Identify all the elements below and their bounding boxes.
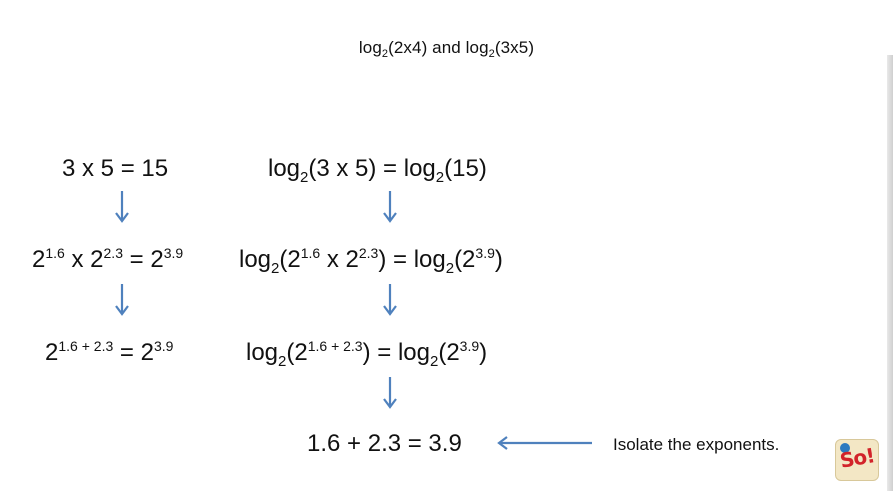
right-row-2: log2(21.6 x 22.3) = log2(23.9): [239, 245, 503, 277]
isolate-note: Isolate the exponents.: [613, 435, 780, 454]
down-arrow-left-2: [115, 284, 129, 316]
right-row-1: log2(3 x 5) = log2(15): [268, 155, 487, 186]
slide-title: log2(2x4) and log2(3x5): [358, 38, 535, 60]
down-arrow-right-3: [383, 377, 397, 409]
so-logo-icon: So!: [835, 439, 879, 481]
left-row-1: 3 x 5 = 15: [62, 155, 169, 182]
right-row-3: log2(21.6 + 2.3) = log2(23.9): [246, 338, 488, 370]
left-row-3: 21.6 + 2.3 = 23.9: [45, 338, 174, 366]
slide: log2(2x4) and log2(3x5) 3 x 5 = 15 21.6 …: [0, 0, 893, 491]
result-equation: 1.6 + 2.3 = 3.9: [307, 430, 462, 457]
slide-edge: [887, 55, 893, 491]
left-arrow: [497, 436, 592, 450]
down-arrow-right-1: [383, 191, 397, 223]
down-arrow-right-2: [383, 284, 397, 316]
left-row-2: 21.6 x 22.3 = 23.9: [32, 245, 184, 273]
down-arrow-left-1: [115, 191, 129, 223]
logo-text: So!: [838, 443, 876, 473]
